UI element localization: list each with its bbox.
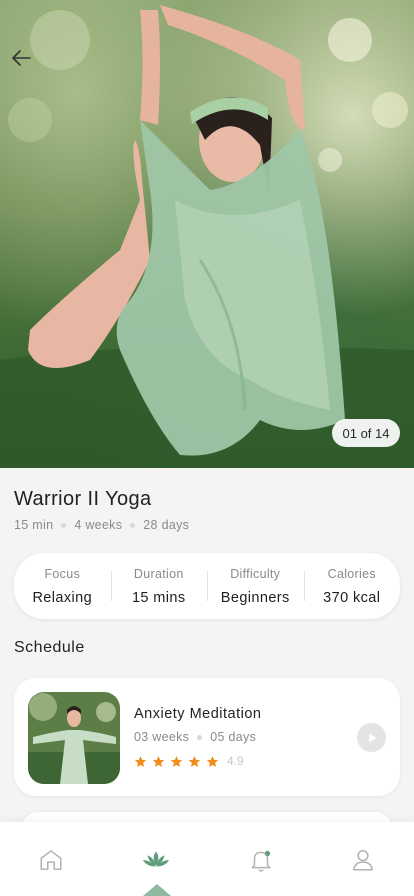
workout-meta: 15 min 4 weeks 28 days — [14, 518, 189, 532]
session-days: 05 days — [210, 730, 257, 744]
star-icon — [170, 755, 183, 767]
stat-value: Beginners — [220, 589, 290, 606]
separator-dot — [197, 734, 203, 740]
separator-dot — [61, 522, 67, 528]
session-meta: 03 weeks 05 days — [134, 730, 256, 744]
star-icon — [188, 755, 201, 767]
user-icon — [353, 850, 373, 871]
stat-value: Relaxing — [32, 589, 93, 606]
bottom-tab-bar — [0, 822, 414, 896]
tab-profile[interactable] — [349, 846, 377, 874]
star-icon — [152, 755, 165, 767]
stat-label: Calories — [327, 566, 376, 581]
bell-icon — [251, 850, 271, 872]
schedule-card[interactable]: Anxiety Meditation 03 weeks 05 days 4.9 — [14, 678, 400, 796]
active-tab-indicator — [143, 884, 171, 896]
stat-calories: Calories 370 kcal — [303, 566, 401, 606]
meta-weeks: 4 weeks — [74, 518, 123, 532]
tab-notifications[interactable] — [247, 846, 275, 874]
back-button[interactable] — [10, 46, 34, 70]
lotus-icon — [142, 851, 170, 867]
stat-difficulty: Difficulty Beginners — [207, 567, 304, 606]
stat-label: Duration — [133, 566, 184, 581]
stat-focus: Focus Relaxing — [14, 567, 111, 606]
session-rating: 4.9 — [134, 754, 244, 768]
meta-duration: 15 min — [14, 518, 54, 532]
page-title: Warrior II Yoga — [14, 488, 152, 510]
stat-value: 370 kcal — [323, 589, 381, 606]
tab-yoga[interactable] — [142, 846, 170, 874]
meditation-woman-photo — [28, 692, 120, 784]
meta-days: 28 days — [143, 518, 190, 532]
stat-duration: Duration 15 mins — [110, 566, 208, 606]
stat-label: Focus — [44, 566, 81, 581]
home-icon — [40, 850, 62, 870]
play-icon — [368, 733, 376, 742]
arrow-left-icon — [12, 50, 31, 66]
stat-label: Difficulty — [230, 566, 281, 581]
play-button[interactable] — [357, 723, 386, 752]
session-thumbnail — [28, 692, 120, 784]
star-icon — [134, 755, 147, 767]
stat-value: 15 mins — [131, 589, 186, 606]
schedule-heading: Schedule — [14, 639, 85, 656]
session-title: Anxiety Meditation — [134, 706, 262, 722]
separator-dot — [130, 522, 136, 528]
tab-home[interactable] — [37, 846, 65, 874]
hero-image: 01 of 14 — [0, 0, 414, 468]
star-icon — [206, 755, 219, 767]
image-counter: 01 of 14 — [332, 419, 400, 447]
stats-card: Focus Relaxing Duration 15 mins Difficul… — [14, 553, 400, 619]
yoga-woman-photo — [0, 5, 414, 468]
rating-value: 4.9 — [227, 754, 244, 768]
session-weeks: 03 weeks — [134, 730, 190, 744]
